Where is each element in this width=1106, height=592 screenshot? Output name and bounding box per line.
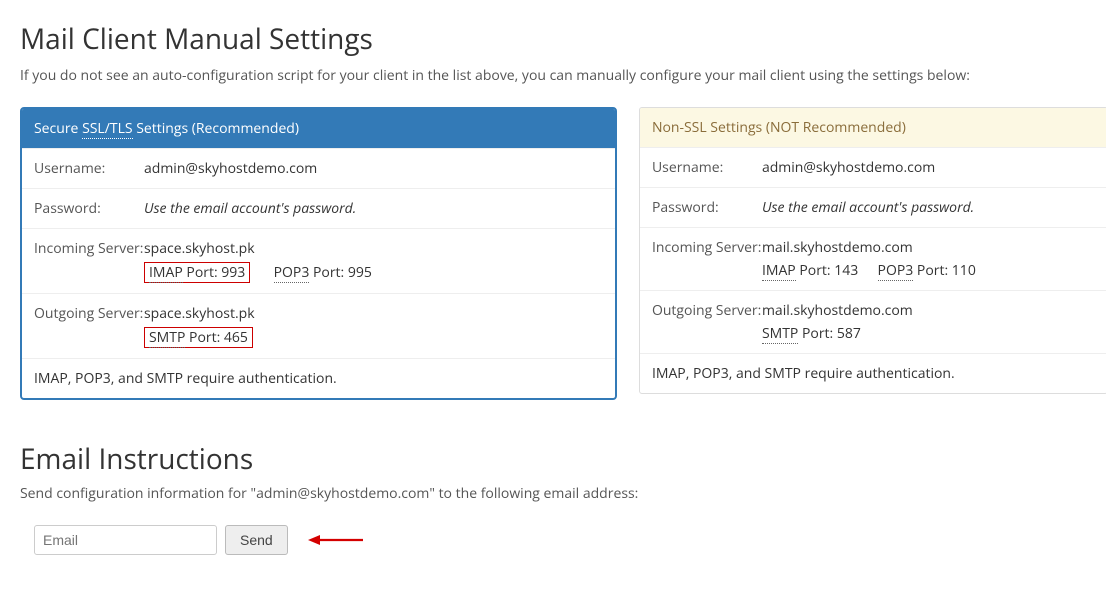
nonssl-username-label: Username: bbox=[652, 158, 762, 177]
nonssl-footer-note: IMAP, POP3, and SMTP require authenticat… bbox=[640, 353, 1106, 393]
nonssl-incoming-label: Incoming Server: bbox=[652, 238, 762, 280]
ssl-imap-port: Port: 993 bbox=[183, 263, 246, 282]
nonssl-settings-panel: Non-SSL Settings (NOT Recommended) Usern… bbox=[639, 107, 1106, 394]
smtp-protocol-label: SMTP bbox=[149, 328, 185, 348]
nonssl-password-label: Password: bbox=[652, 198, 762, 217]
ssl-outgoing-label: Outgoing Server: bbox=[34, 304, 144, 348]
ssl-title-protocol: SSL/TLS bbox=[82, 119, 133, 139]
nonssl-incoming-host: mail.skyhostdemo.com bbox=[762, 238, 1095, 257]
ssl-title-suffix: Settings (Recommended) bbox=[133, 119, 299, 138]
nonssl-imap-protocol-label: IMAP bbox=[762, 261, 796, 281]
ssl-incoming-host: space.skyhost.pk bbox=[144, 239, 603, 258]
imap-protocol-label: IMAP bbox=[149, 263, 183, 283]
ssl-outgoing-host: space.skyhost.pk bbox=[144, 304, 603, 323]
nonssl-imap-port: Port: 143 bbox=[796, 261, 859, 280]
ssl-settings-panel: Secure SSL/TLS Settings (Recommended) Us… bbox=[20, 107, 617, 400]
pop3-protocol-label: POP3 bbox=[274, 263, 310, 283]
ssl-username-value: admin@skyhostdemo.com bbox=[144, 159, 603, 178]
ssl-footer-note: IMAP, POP3, and SMTP require authenticat… bbox=[22, 358, 615, 398]
nonssl-username-value: admin@skyhostdemo.com bbox=[762, 158, 1095, 177]
nonssl-pop3-protocol-label: POP3 bbox=[878, 261, 914, 281]
ssl-username-label: Username: bbox=[34, 159, 144, 178]
email-input[interactable] bbox=[34, 525, 217, 555]
ssl-smtp-port: Port: 465 bbox=[185, 328, 248, 347]
ssl-password-value: Use the email account's password. bbox=[144, 199, 603, 218]
ssl-title-prefix: Secure bbox=[34, 119, 82, 138]
nonssl-password-value: Use the email account's password. bbox=[762, 198, 1095, 217]
ssl-smtp-port-highlight: SMTP Port: 465 bbox=[144, 327, 253, 348]
nonssl-smtp-protocol-label: SMTP bbox=[762, 324, 798, 344]
nonssl-outgoing-label: Outgoing Server: bbox=[652, 301, 762, 343]
nonssl-panel-heading: Non-SSL Settings (NOT Recommended) bbox=[640, 108, 1106, 147]
email-instructions-text: Send configuration information for "admi… bbox=[20, 484, 1086, 503]
page-title: Mail Client Manual Settings bbox=[20, 20, 1086, 58]
page-subtitle: If you do not see an auto-configuration … bbox=[20, 66, 1086, 85]
ssl-incoming-label: Incoming Server: bbox=[34, 239, 144, 283]
ssl-pop3-port: Port: 995 bbox=[309, 263, 372, 282]
email-instructions-heading: Email Instructions bbox=[20, 440, 1086, 478]
arrow-left-icon bbox=[308, 533, 363, 547]
send-button[interactable]: Send bbox=[225, 525, 288, 555]
ssl-imap-port-highlight: IMAP Port: 993 bbox=[144, 262, 250, 283]
ssl-password-label: Password: bbox=[34, 199, 144, 218]
nonssl-pop3-port: Port: 110 bbox=[913, 261, 976, 280]
nonssl-smtp-port: Port: 587 bbox=[798, 324, 861, 343]
ssl-panel-heading: Secure SSL/TLS Settings (Recommended) bbox=[22, 109, 615, 148]
nonssl-outgoing-host: mail.skyhostdemo.com bbox=[762, 301, 1095, 320]
